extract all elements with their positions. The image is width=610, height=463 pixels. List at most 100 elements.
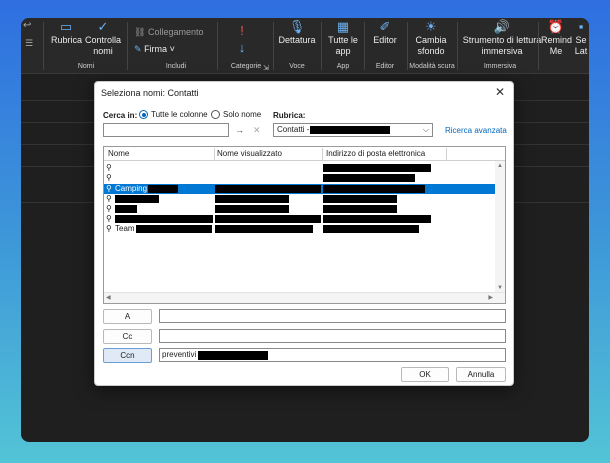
contacts-list[interactable]: Nome Nome visualizzato Indirizzo di post… <box>103 146 506 304</box>
dettatura-label: Dettatura <box>278 35 316 45</box>
group-includi: Includi <box>165 63 187 70</box>
editor-icon: ✐ <box>379 19 391 34</box>
list-item[interactable]: ⚲ <box>104 194 496 204</box>
chevron-down-icon: ˅ <box>169 44 175 54</box>
check-names-icon: ✓ <box>97 19 109 34</box>
redaction <box>323 174 415 182</box>
radio-unselected-icon <box>211 110 220 119</box>
scroll-right-icon[interactable]: ▶ <box>488 294 493 301</box>
redaction <box>198 351 268 360</box>
to-button[interactable]: A <box>103 309 152 324</box>
close-icon[interactable]: ✕ <box>495 85 505 99</box>
categorie-label: Categorie <box>230 63 262 70</box>
cc-field[interactable] <box>159 329 506 343</box>
redaction <box>323 215 431 223</box>
radio-selected-icon <box>139 110 148 119</box>
group-voce: Voce <box>289 63 305 70</box>
ribbon-menu-icon[interactable]: ☰ <box>25 38 33 49</box>
col-nome-visualizzato[interactable]: Nome visualizzato <box>217 149 282 158</box>
go-arrow-icon[interactable]: → <box>235 125 244 135</box>
search-input[interactable] <box>103 123 229 137</box>
rubrica-label: Rubrica <box>51 35 83 45</box>
link-button[interactable]: ⛓ Collegamento <box>134 27 204 38</box>
redaction <box>215 205 289 213</box>
to-field[interactable] <box>159 309 506 323</box>
clear-icon[interactable]: ✕ <box>253 125 261 136</box>
addressbook-select[interactable]: Contatti - ⌵ <box>273 123 433 137</box>
dialog-title: Seleziona nomi: Contatti <box>101 88 199 98</box>
remind-label: Remind Me <box>541 35 573 56</box>
check-names-button[interactable]: ✓ Controlla nomi <box>83 20 123 57</box>
group-nomi: Nomi <box>77 63 95 70</box>
apps-button[interactable]: ▦ Tutte le app <box>326 20 360 57</box>
person-icon: ⚲ <box>106 214 112 223</box>
group-editor: Editor <box>375 63 395 70</box>
more-icon: ▪ <box>578 20 584 34</box>
redaction <box>310 126 390 134</box>
redaction <box>115 195 159 203</box>
bcc-field[interactable]: preventivi <box>159 348 506 362</box>
scroll-left-icon[interactable]: ◀ <box>106 294 111 301</box>
more-button[interactable]: ▪ Se Lat <box>574 20 588 57</box>
col-email[interactable]: Indirizzo di posta elettronica <box>326 149 425 158</box>
person-icon: ⚲ <box>106 173 112 182</box>
advanced-search-link[interactable]: Ricerca avanzata <box>445 126 507 135</box>
address-book-icon: ▭ <box>59 19 73 34</box>
immersive-reader-label: Strumento di lettura immersiva <box>462 35 542 56</box>
rubrica-button[interactable]: ▭ Rubrica <box>51 19 83 46</box>
categorie-button[interactable]: ! ↓ <box>224 24 260 56</box>
remind-button[interactable]: ⏰ Remind Me <box>541 20 573 57</box>
select-names-dialog: Seleziona nomi: Contatti ✕ Cerca in: Tut… <box>94 81 514 386</box>
dialog-launcher-icon[interactable]: ⇲ <box>263 63 269 74</box>
addressbook-label: Rubrica: <box>273 111 306 120</box>
arrow-down-icon: ↓ <box>238 40 246 55</box>
group-immersiva: Immersiva <box>483 63 517 70</box>
apps-icon: ▦ <box>336 19 350 34</box>
cancel-button[interactable]: Annulla <box>456 367 506 382</box>
group-app: App <box>336 63 350 70</box>
background-icon: ☀ <box>425 19 437 34</box>
list-header: Nome Nome visualizzato Indirizzo di post… <box>104 147 505 161</box>
background-button[interactable]: ☀ Cambia sfondo <box>413 20 449 57</box>
scroll-up-icon[interactable]: ▲ <box>497 163 503 169</box>
immersive-reader-button[interactable]: 🔊 Strumento di lettura immersiva <box>461 20 543 57</box>
check-names-label: Controlla nomi <box>84 35 122 56</box>
person-icon: ⚲ <box>106 163 112 172</box>
horizontal-scrollbar[interactable]: ◀ ▶ <box>104 292 505 303</box>
signature-icon: ✎ <box>134 44 142 54</box>
radio-name-label: Solo nome <box>223 110 262 119</box>
ribbon: ↩ ☰ ▭ Rubrica ✓ Controlla nomi Nomi ⛓ Co… <box>21 18 589 74</box>
link-icon: ⛓ <box>134 27 146 37</box>
group-dark-mode: Modalità scura <box>409 63 455 70</box>
person-icon: ⚲ <box>106 204 112 213</box>
col-nome[interactable]: Nome <box>108 149 129 158</box>
list-item[interactable]: ⚲ Team <box>104 224 496 234</box>
radio-name-only[interactable]: Solo nome <box>211 110 261 119</box>
ok-button[interactable]: OK <box>401 367 449 382</box>
cc-button[interactable]: Cc <box>103 329 152 344</box>
list-item[interactable]: ⚲ <box>104 163 496 173</box>
list-item[interactable]: ⚲ <box>104 204 496 214</box>
signature-label: Firma <box>144 44 168 54</box>
dettatura-button[interactable]: 🎙 Dettatura <box>278 20 316 46</box>
immersive-reader-icon: 🔊 <box>493 19 511 34</box>
signature-button[interactable]: ✎ Firma ˅ <box>134 44 175 55</box>
ribbon-left-icon[interactable]: ↩ <box>23 20 31 31</box>
radio-all-columns[interactable]: Tutte le colonne <box>139 110 208 119</box>
person-icon: ⚲ <box>106 194 112 203</box>
person-icon: ⚲ <box>106 224 112 233</box>
list-item[interactable]: ⚲ <box>104 173 496 183</box>
scroll-down-icon[interactable]: ▼ <box>497 285 503 291</box>
vertical-scrollbar[interactable]: ▲ ▼ <box>495 161 505 293</box>
redaction <box>323 185 425 193</box>
flag-icon: ! <box>240 23 244 38</box>
background-label: Cambia sfondo <box>415 35 447 56</box>
editor-button[interactable]: ✐ Editor <box>369 20 401 46</box>
addressbook-value: Contatti - <box>277 125 310 134</box>
list-item[interactable]: ⚲ <box>104 214 496 224</box>
microphone-icon: 🎙 <box>288 19 306 34</box>
chevron-down-icon: ⌵ <box>422 125 429 134</box>
list-item-selected[interactable]: ⚲ Camping <box>104 184 496 194</box>
redaction <box>215 195 289 203</box>
bcc-button[interactable]: Ccn <box>103 348 152 363</box>
